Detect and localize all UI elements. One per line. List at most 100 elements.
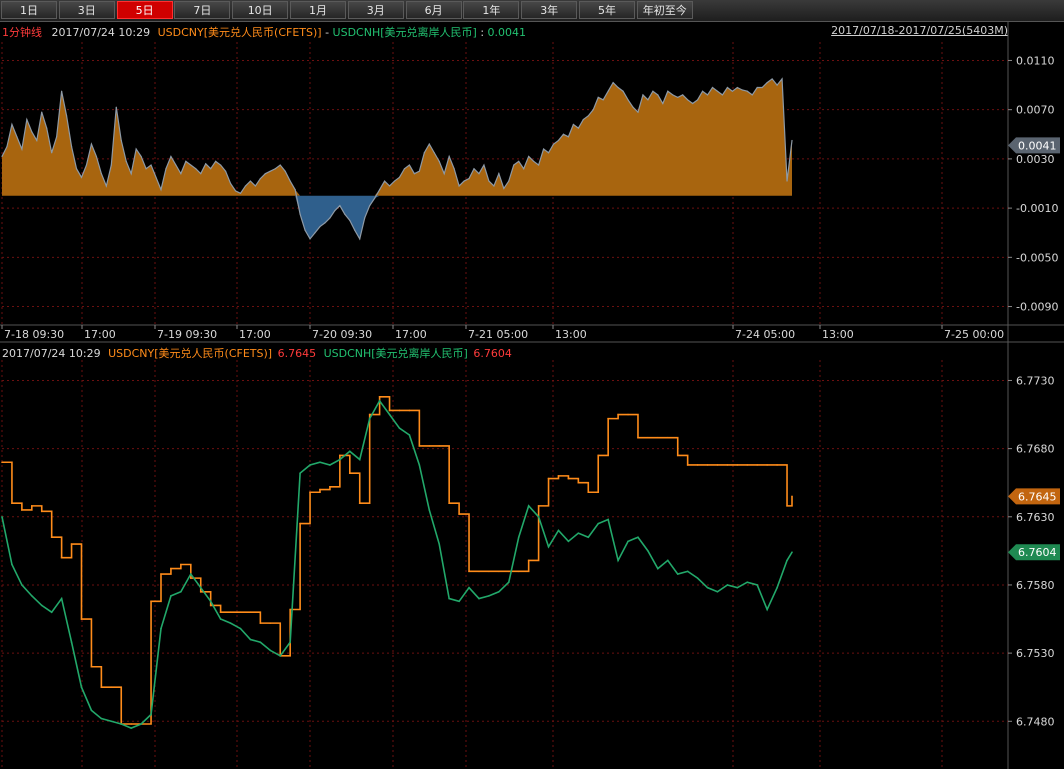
usdcny-line-point [657,436,659,439]
spread-point [339,205,341,207]
usdcny-line-point [537,505,540,507]
y-tick-label-bottom: 6.7580 [1016,579,1055,592]
spread-point [582,118,584,121]
spread-point [314,232,316,234]
spread-point [46,127,48,129]
spread-point [264,173,266,175]
spread-point [557,139,560,142]
spread-point [195,168,197,170]
usdcny-line-point [488,570,490,573]
usdcnh-current-tag-label: 6.7604 [1018,546,1057,559]
y-tick-label-top: 0.0110 [1016,54,1055,67]
spread-point [716,90,719,92]
spread-point [607,90,609,92]
x-tick-label: 7-18 09:30 [4,328,64,341]
usdcnh-line-point [736,586,739,589]
usdcnh-line-point [289,641,291,644]
usdcny-line-point [696,464,699,466]
usdcnh-line-point [130,727,132,729]
spread-point [274,168,276,170]
usdcny-line-point [637,436,639,439]
usdcnh-line-point [657,567,659,570]
usdcny-line-point [418,445,421,447]
spread-point [468,177,470,180]
spread-point [687,99,689,101]
usdcnh-line-point [368,417,371,420]
x-tick-label: 13:00 [822,328,854,341]
usdcnh-line-point [388,413,391,416]
spread-point [31,131,33,133]
usdcny-line-point [458,513,460,515]
usdcnh-line-point [537,515,540,518]
spread-point [692,102,694,105]
usdcnh-line-point [607,518,609,521]
spread-point [190,164,192,166]
y-tick-label-bottom: 6.7480 [1016,715,1055,728]
usdcnh-line-point [507,581,510,584]
spread-point [1,155,3,158]
usdcny-line-point [587,491,590,494]
usdcnh-line-point [408,434,411,436]
spread-point [562,133,565,135]
spread-point [254,185,256,187]
usdcnh-line-point [339,458,341,461]
spread-point [413,173,415,175]
usdcnh-line-point [776,586,778,589]
spread-point [776,84,778,86]
usdcny-line-point [21,509,23,511]
usdcnh-line-point [756,584,759,586]
spread-point [16,136,18,138]
usdcnh-line-point [329,464,331,466]
spread-point [364,217,366,219]
spread-point [234,190,237,192]
usdcny-line-point [428,445,431,447]
spread-point [115,106,117,108]
spread-point [160,189,162,191]
spread-point [125,160,127,162]
spread-point [309,238,311,240]
usdcnh-line-point [180,590,182,593]
usdcny-line-point [239,611,242,614]
chart-canvas[interactable]: 7-18 09:30 17:00 7-19 09:30 17:00 7-20 09:30… [0,0,1064,769]
spread-point [478,173,480,175]
usdcnh-line-point [11,563,13,566]
usdcnh-line-point [140,723,142,725]
spread-point [239,192,242,194]
usdcny-line-point [269,622,272,624]
spread-point [448,155,450,158]
spread-point [736,86,738,89]
usdcnh-line-point [21,584,23,586]
usdcnh-line-point [637,536,639,539]
y-tick-label-bottom: 6.7530 [1016,647,1055,660]
usdcnh-line-point [746,581,749,584]
spread-point [244,185,247,187]
spread-point [180,173,182,175]
usdcny-line [2,396,793,725]
usdcny-line-point [130,723,132,725]
x-tick-label: 7-25 00:00 [944,328,1004,341]
spread-point [523,168,525,170]
usdcny-line-point [150,600,152,603]
spread-point [374,197,376,199]
usdcnh-line-point [40,604,43,607]
usdcnh-line-point [348,450,351,453]
usdcnh-line-point [468,586,470,589]
spread-point [672,94,674,96]
usdcnh-line-point [627,540,629,543]
x-tick-label: 17:00 [395,328,427,341]
spread-point [483,164,485,166]
usdcny-line-point [736,464,739,466]
spread-point [75,168,78,170]
usdcnh-line-point [696,577,699,579]
spread-point [175,164,177,166]
spread-point [443,173,445,175]
spread-point [791,139,793,142]
usdcnh-line-point [587,536,590,539]
spread-point [572,123,574,126]
y-tick-label-top: -0.0050 [1016,251,1058,264]
spread-point [224,170,227,172]
spread-point [304,229,306,231]
usdcny-line-point [756,464,759,466]
spread-point [269,170,271,172]
usdcnh-line-point [229,622,232,624]
